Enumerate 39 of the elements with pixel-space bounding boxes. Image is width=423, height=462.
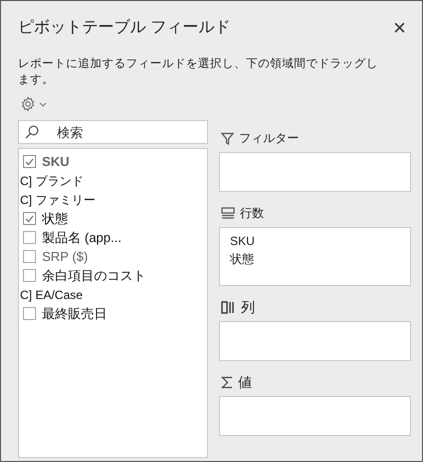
- sigma-icon: [221, 376, 233, 388]
- area-item[interactable]: SKU: [230, 232, 255, 250]
- chevron-down-icon: [39, 102, 47, 106]
- search-field[interactable]: 検索: [18, 120, 208, 144]
- check-icon: [25, 214, 34, 222]
- checkbox[interactable]: [23, 155, 36, 168]
- checkbox[interactable]: [23, 231, 36, 244]
- filter-icon: [221, 132, 234, 144]
- rows-icon: [221, 207, 235, 219]
- field-label: 製品名 (app...: [42, 228, 122, 247]
- checkbox[interactable]: [23, 269, 36, 282]
- search-icon: [25, 125, 39, 139]
- field-label: 状態: [42, 210, 68, 228]
- drop-area[interactable]: [219, 152, 411, 192]
- check-icon: [25, 158, 34, 166]
- drop-area[interactable]: [219, 396, 411, 436]
- settings-icon: [20, 96, 36, 112]
- field-label: SKU: [42, 152, 70, 171]
- columns-icon: [221, 300, 236, 314]
- field-label: 最終販売日: [42, 304, 107, 323]
- field-label: SRP ($): [42, 248, 88, 266]
- area-label: 列: [241, 298, 255, 316]
- instruction-text: レポートに追加するフィールドを選択し、下の領域間でドラッグします。: [17, 56, 379, 88]
- field-label: C] ファミリー: [20, 192, 96, 208]
- settings-button[interactable]: [20, 96, 47, 112]
- checkbox[interactable]: [23, 212, 36, 225]
- field-label: C] EA/Case: [20, 286, 83, 304]
- checkbox[interactable]: [23, 307, 36, 320]
- checkbox[interactable]: [23, 250, 36, 263]
- drop-area[interactable]: SKU 状態: [219, 227, 411, 286]
- field-label: 余白項目のコスト: [42, 266, 146, 285]
- area-label: フィルター: [239, 130, 299, 147]
- field-label: C] ブランド: [20, 172, 84, 190]
- area-label: 行数: [240, 205, 264, 222]
- area-item[interactable]: 状態: [230, 250, 254, 268]
- close-button[interactable]: ×: [393, 17, 406, 39]
- panel-title: ピボットテーブル フィールド: [18, 18, 230, 38]
- area-label: 値: [238, 372, 252, 392]
- drop-area[interactable]: [219, 321, 411, 361]
